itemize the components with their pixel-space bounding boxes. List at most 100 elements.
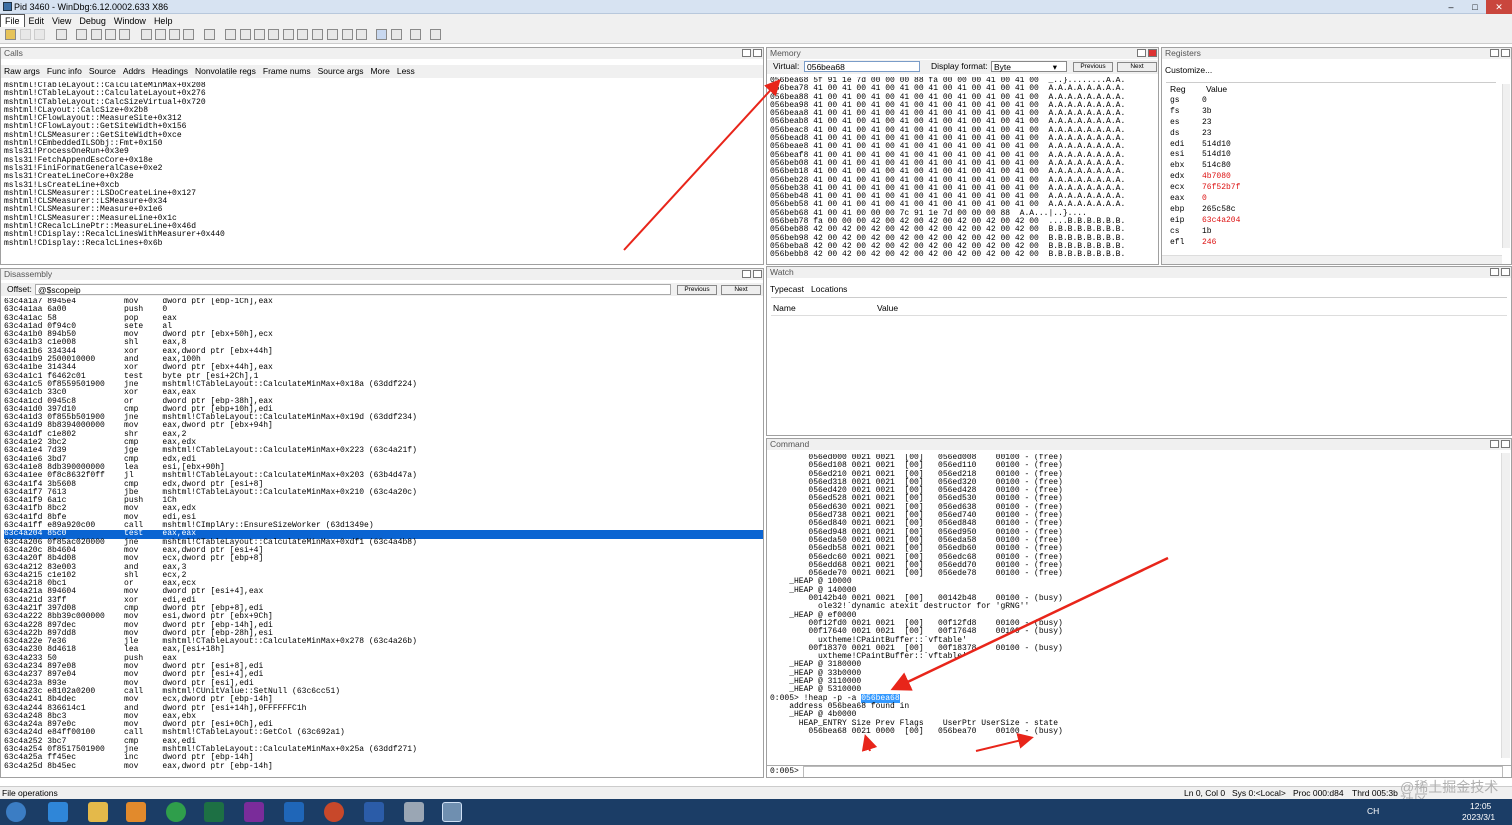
close-icon[interactable] <box>1501 49 1510 57</box>
calls-tab-nonvolatile-regs[interactable]: Nonvolatile regs <box>195 66 256 76</box>
disassembly-next-button[interactable]: Next <box>721 285 761 295</box>
close-icon[interactable] <box>753 270 762 278</box>
register-value[interactable]: 0 <box>1202 96 1207 105</box>
stop-debugging-icon[interactable] <box>105 29 116 40</box>
onenote-icon[interactable] <box>244 802 264 822</box>
register-value[interactable]: 3b <box>1202 107 1212 116</box>
calls-tab-source[interactable]: Source <box>89 66 116 76</box>
registers-hscrollbar[interactable] <box>1162 255 1502 264</box>
memory-dump[interactable]: 056bea68 5f 91 1e 7d 00 00 00 88 fa 00 0… <box>767 77 1158 264</box>
start-button-icon[interactable] <box>6 802 26 822</box>
call-stack-list[interactable]: mshtml!CTableLayout::CalculateMinMax+0x2… <box>1 82 763 264</box>
open-icon[interactable] <box>5 29 16 40</box>
register-value[interactable]: 514d10 <box>1202 151 1231 160</box>
registers-window-icon[interactable] <box>268 29 279 40</box>
register-value[interactable]: 4b7080 <box>1202 172 1231 181</box>
display-format-select[interactable]: Byte ▾ <box>991 61 1067 72</box>
options-icon[interactable] <box>430 29 441 40</box>
offset-input[interactable]: @$scopeip <box>35 284 671 295</box>
register-value[interactable]: 23 <box>1202 129 1212 138</box>
register-row[interactable]: ecx 76f52b7f <box>1162 183 1492 195</box>
menu-help[interactable]: Help <box>150 15 177 27</box>
go-icon[interactable] <box>76 29 87 40</box>
close-icon[interactable] <box>1501 440 1510 448</box>
close-icon[interactable] <box>1501 268 1510 276</box>
calls-tab-frame-nums[interactable]: Frame nums <box>263 66 311 76</box>
memory-next-button[interactable]: Next <box>1117 62 1157 72</box>
registers-scrollbar[interactable] <box>1502 84 1510 248</box>
scratch-pad-icon[interactable] <box>327 29 338 40</box>
run-to-cursor-icon[interactable] <box>183 29 194 40</box>
close-icon[interactable] <box>1148 49 1157 57</box>
calls-tab-raw-args[interactable]: Raw args <box>4 66 40 76</box>
watch-tab-locations[interactable]: Locations <box>811 284 847 294</box>
register-list[interactable]: gs 0 fs 3b es 23 ds 23 edi 514d10 esi 514d10 ebx 514c… <box>1162 96 1492 250</box>
register-value[interactable]: 514d10 <box>1202 140 1231 149</box>
windbg-taskbar-icon[interactable] <box>442 802 462 822</box>
call-stack-window-icon[interactable] <box>297 29 308 40</box>
register-value[interactable]: 1b <box>1202 227 1212 236</box>
step-over-icon[interactable] <box>155 29 166 40</box>
disassembly-previous-button[interactable]: Previous <box>677 285 717 295</box>
locals-window-icon[interactable] <box>254 29 265 40</box>
disassembly-listing[interactable]: 63c4a1a7 8945e4 mov dword ptr [ebp-1Ch],… <box>1 298 763 777</box>
source-mode-on-icon[interactable] <box>376 29 387 40</box>
memory-window-icon[interactable] <box>283 29 294 40</box>
calls-tab-addrs[interactable]: Addrs <box>123 66 145 76</box>
input-language-indicator[interactable]: CH <box>1367 806 1379 816</box>
menu-edit[interactable]: Edit <box>25 15 49 27</box>
register-row[interactable]: cs 1b <box>1162 227 1492 239</box>
breakpoint-hand-icon[interactable] <box>204 29 215 40</box>
dock-icon[interactable] <box>1490 49 1499 57</box>
clock-time[interactable]: 12:05 <box>1470 801 1491 811</box>
customize-button[interactable]: Customize... <box>1165 65 1212 75</box>
word-icon[interactable] <box>364 802 384 822</box>
register-value[interactable]: 0 <box>1202 194 1207 203</box>
break-icon[interactable] <box>119 29 130 40</box>
font-icon[interactable] <box>410 29 421 40</box>
menu-file[interactable]: File <box>0 14 25 28</box>
paste-icon[interactable] <box>56 29 67 40</box>
chrome-icon[interactable] <box>166 802 186 822</box>
close-button[interactable]: ✕ <box>1486 0 1512 14</box>
dock-icon[interactable] <box>742 49 751 57</box>
source-mode-icon[interactable] <box>356 29 367 40</box>
calls-tab-headings[interactable]: Headings <box>152 66 188 76</box>
calls-tab-func-info[interactable]: Func info <box>47 66 82 76</box>
menu-view[interactable]: View <box>48 15 75 27</box>
command-scrollbar[interactable] <box>1501 453 1510 758</box>
restart-icon[interactable] <box>91 29 102 40</box>
internet-explorer-icon[interactable] <box>48 802 68 822</box>
command-input[interactable] <box>803 766 1503 777</box>
hex-display-icon[interactable] <box>391 29 402 40</box>
virtual-address-input[interactable]: 056bea68 <box>804 61 920 72</box>
minimize-button[interactable]: – <box>1438 0 1464 14</box>
outlook-icon[interactable] <box>284 802 304 822</box>
dock-icon[interactable] <box>742 270 751 278</box>
step-into-icon[interactable] <box>141 29 152 40</box>
calls-tab-source-args[interactable]: Source args <box>318 66 364 76</box>
register-value[interactable]: 63c4a204 <box>1202 216 1240 225</box>
disassembly-window-icon[interactable] <box>312 29 323 40</box>
register-row[interactable]: efl 246 <box>1162 238 1492 250</box>
command-window-icon[interactable] <box>225 29 236 40</box>
file-explorer-icon[interactable] <box>88 802 108 822</box>
register-value[interactable]: 23 <box>1202 118 1212 127</box>
menu-window[interactable]: Window <box>110 15 150 27</box>
memory-previous-button[interactable]: Previous <box>1073 62 1113 72</box>
maximize-button[interactable]: □ <box>1462 0 1488 14</box>
excel-icon[interactable] <box>204 802 224 822</box>
register-value[interactable]: 246 <box>1202 238 1216 247</box>
powerpoint-icon[interactable] <box>324 802 344 822</box>
menu-debug[interactable]: Debug <box>75 15 110 27</box>
notepad-icon[interactable] <box>404 802 424 822</box>
cut-icon[interactable] <box>20 29 31 40</box>
media-player-icon[interactable] <box>126 802 146 822</box>
watch-tab-typecast[interactable]: Typecast <box>770 284 804 294</box>
close-icon[interactable] <box>753 49 762 57</box>
register-value[interactable]: 265c58c <box>1202 205 1236 214</box>
calls-tab-less[interactable]: Less <box>397 66 415 76</box>
register-row[interactable]: ds 23 <box>1162 129 1492 141</box>
dock-icon[interactable] <box>1137 49 1146 57</box>
watch-window-icon[interactable] <box>240 29 251 40</box>
